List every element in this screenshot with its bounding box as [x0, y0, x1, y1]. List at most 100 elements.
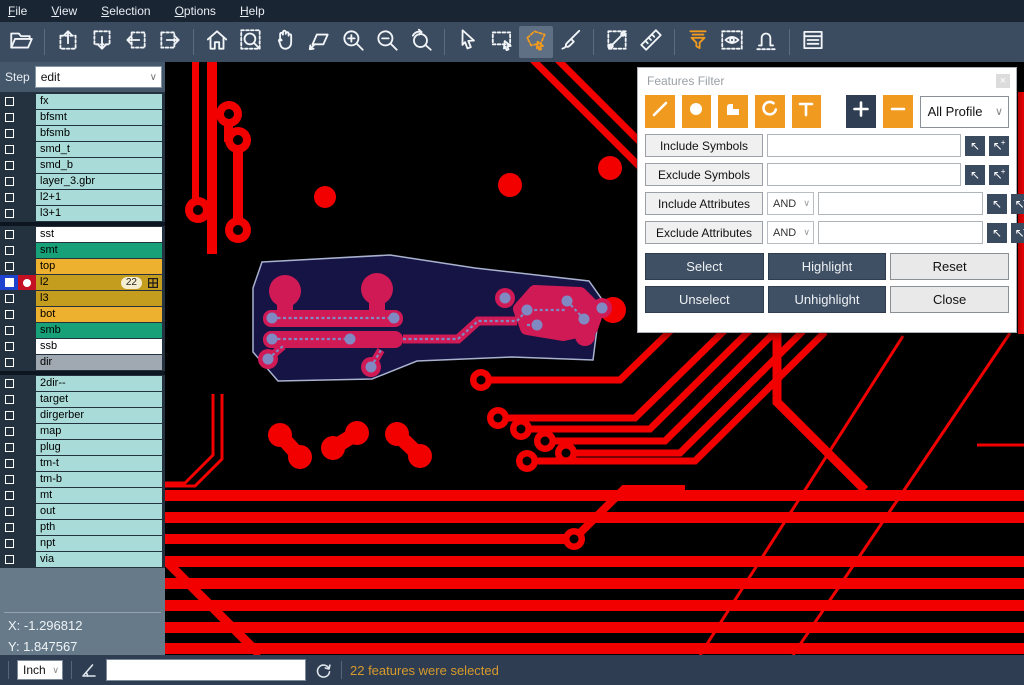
layer-visibility-checkbox[interactable] [0, 552, 18, 567]
menu-view[interactable]: View [51, 4, 77, 18]
layer-row[interactable]: l3+1 [0, 206, 165, 221]
layer-visibility-checkbox[interactable] [0, 520, 18, 535]
layer-row[interactable]: bot [0, 307, 165, 322]
zoom-out-button[interactable] [370, 26, 404, 58]
layer-visibility-checkbox[interactable] [0, 323, 18, 338]
layer-visibility-checkbox[interactable] [0, 472, 18, 487]
layer-visibility-checkbox[interactable] [0, 504, 18, 519]
layer-visibility-checkbox[interactable] [0, 206, 18, 221]
features-filter-button[interactable] [681, 26, 715, 58]
open-button[interactable] [4, 26, 38, 58]
import-left-button[interactable] [119, 26, 153, 58]
layer-row[interactable]: bfsmb [0, 126, 165, 141]
menu-file[interactable]: File [8, 4, 27, 18]
filter-remove-mode-button[interactable] [883, 95, 913, 128]
layer-row[interactable]: l2+1 [0, 190, 165, 205]
layer-row[interactable]: fx [0, 94, 165, 109]
layer-visibility-checkbox[interactable] [0, 259, 18, 274]
dialog-action-button[interactable]: Select [645, 253, 764, 280]
layer-row[interactable]: l3 [0, 291, 165, 306]
layer-visibility-checkbox[interactable] [0, 392, 18, 407]
filter-row-label-button[interactable]: Exclude Symbols [645, 163, 763, 186]
pick-add-from-canvas-button[interactable]: ↖+ [989, 165, 1009, 185]
pick-from-canvas-button[interactable]: ↖ [965, 136, 985, 156]
clear-selection-button[interactable] [553, 26, 587, 58]
pick-from-canvas-button[interactable]: ↖ [987, 194, 1007, 214]
pick-add-from-canvas-button[interactable]: ↖+ [1011, 223, 1024, 243]
filter-value-input[interactable] [818, 192, 983, 215]
filter-add-mode-button[interactable] [846, 95, 876, 128]
layer-visibility-checkbox[interactable] [0, 126, 18, 141]
layer-row[interactable]: dir [0, 355, 165, 370]
pick-from-canvas-button[interactable]: ↖ [987, 223, 1007, 243]
layer-row[interactable]: plug [0, 440, 165, 455]
home-view-button[interactable] [200, 26, 234, 58]
dialog-action-button[interactable]: Reset [890, 253, 1009, 280]
layer-visibility-checkbox[interactable] [0, 275, 18, 290]
import-top-button[interactable] [51, 26, 85, 58]
pick-add-from-canvas-button[interactable]: ↖+ [1011, 194, 1024, 214]
snap-button[interactable] [749, 26, 783, 58]
dialog-action-button[interactable]: Highlight [768, 253, 887, 280]
layer-visibility-checkbox[interactable] [0, 424, 18, 439]
dialog-title-bar[interactable]: Features Filter × [638, 68, 1016, 93]
layer-visibility-checkbox[interactable] [0, 227, 18, 242]
angle-measure-icon[interactable] [80, 661, 98, 679]
layer-visibility-checkbox[interactable] [0, 376, 18, 391]
layer-visibility-checkbox[interactable] [0, 110, 18, 125]
layer-row[interactable]: ssb [0, 339, 165, 354]
layer-row[interactable]: smd_t [0, 142, 165, 157]
layer-visibility-checkbox[interactable] [0, 243, 18, 258]
menu-options[interactable]: Options [175, 4, 216, 18]
pan-button[interactable] [268, 26, 302, 58]
layer-visibility-checkbox[interactable] [0, 174, 18, 189]
command-input[interactable] [106, 659, 306, 681]
filter-line-button[interactable] [645, 95, 675, 128]
layer-visibility-checkbox[interactable] [0, 456, 18, 471]
layer-visibility-checkbox[interactable] [0, 291, 18, 306]
sync-icon[interactable] [314, 661, 333, 680]
layer-row[interactable]: sst [0, 227, 165, 242]
zoom-in-button[interactable] [336, 26, 370, 58]
layer-row[interactable]: smt [0, 243, 165, 258]
filter-row-label-button[interactable]: Include Symbols [645, 134, 763, 157]
layer-row-selected[interactable]: l2 22 [0, 275, 165, 290]
layer-row[interactable]: pth [0, 520, 165, 535]
menu-help[interactable]: Help [240, 4, 265, 18]
dialog-action-button[interactable]: Unhighlight [768, 286, 887, 313]
layer-row[interactable]: tm-b [0, 472, 165, 487]
filter-row-label-button[interactable]: Exclude Attributes [645, 221, 763, 244]
zoom-window-button[interactable] [234, 26, 268, 58]
profile-select[interactable]: All Profile ∨ [920, 96, 1009, 128]
dialog-action-button[interactable]: Unselect [645, 286, 764, 313]
layers-panel-button[interactable] [796, 26, 830, 58]
layer-row[interactable]: bfsmt [0, 110, 165, 125]
rectangle-select-button[interactable] [485, 26, 519, 58]
pick-from-canvas-button[interactable]: ↖ [965, 165, 985, 185]
import-right-button[interactable] [153, 26, 187, 58]
dialog-action-button[interactable]: Close [890, 286, 1009, 313]
units-select[interactable]: Inch ∨ [17, 660, 63, 680]
menu-selection[interactable]: Selection [101, 4, 150, 18]
polygon-select-button[interactable] [519, 26, 553, 58]
layer-visibility-checkbox[interactable] [0, 94, 18, 109]
pick-add-from-canvas-button[interactable]: ↖+ [989, 136, 1009, 156]
layer-row[interactable]: smb [0, 323, 165, 338]
filter-arc-button[interactable] [755, 95, 785, 128]
layer-visibility-checkbox[interactable] [0, 440, 18, 455]
filter-value-input[interactable] [767, 134, 961, 157]
layer-visibility-checkbox[interactable] [0, 408, 18, 423]
layer-visibility-checkbox[interactable] [0, 307, 18, 322]
ruler-button[interactable] [634, 26, 668, 58]
layer-visibility-checkbox[interactable] [0, 339, 18, 354]
drag-view-button[interactable] [302, 26, 336, 58]
filter-value-input[interactable] [818, 221, 983, 244]
select-cursor-button[interactable] [451, 26, 485, 58]
filter-value-input[interactable] [767, 163, 961, 186]
layer-row[interactable]: target [0, 392, 165, 407]
filter-row-label-button[interactable]: Include Attributes [645, 192, 763, 215]
and-or-select[interactable]: AND ∨ [767, 192, 814, 215]
layer-row[interactable]: out [0, 504, 165, 519]
layer-row[interactable]: dirgerber [0, 408, 165, 423]
and-or-select[interactable]: AND ∨ [767, 221, 814, 244]
